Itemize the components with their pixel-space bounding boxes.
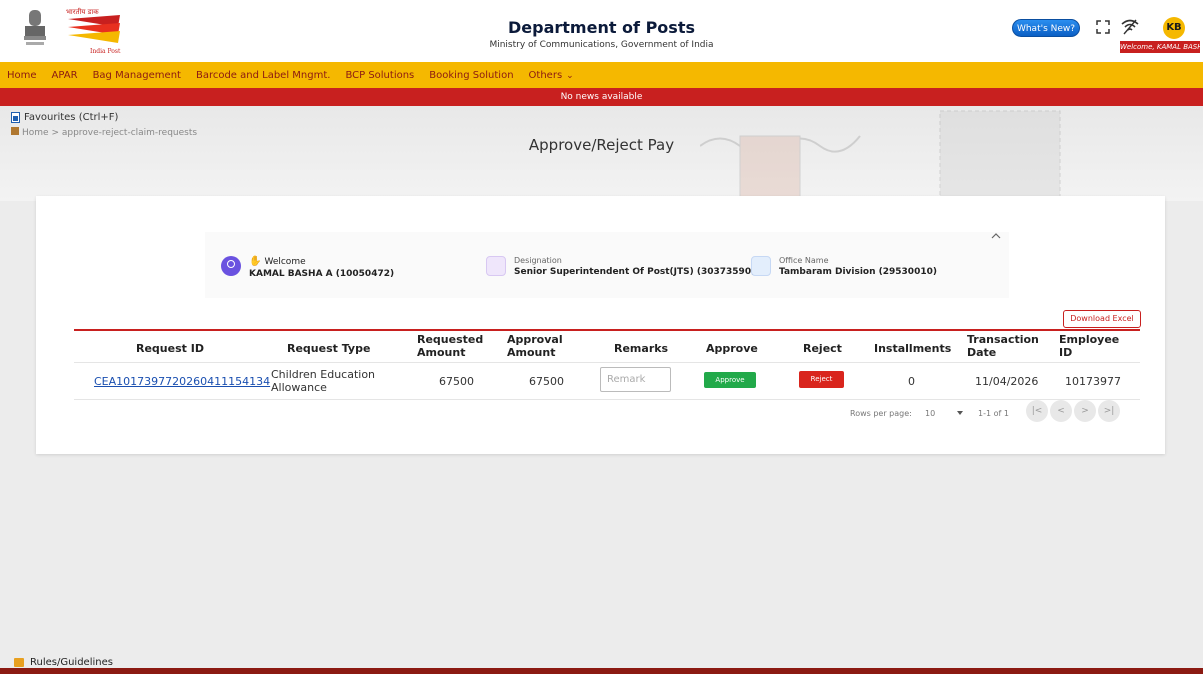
building-icon xyxy=(751,256,771,276)
remark-input[interactable] xyxy=(600,367,671,392)
main-nav: Home APAR Bag Management Barcode and Lab… xyxy=(0,62,1203,88)
whats-new-button[interactable]: What's New? xyxy=(1012,19,1080,37)
profile-office: Office Name Tambaram Division (29530010) xyxy=(751,256,937,277)
office-value: Tambaram Division (29530010) xyxy=(779,267,937,277)
user-name: KAMAL BASHA A (10050472) xyxy=(249,269,395,279)
designation-value: Senior Superintendent Of Post(JTS) (3037… xyxy=(514,267,756,277)
rules-guidelines-link[interactable]: Rules/Guidelines xyxy=(14,657,113,668)
favourites-link[interactable]: Favourites (Ctrl+F) xyxy=(11,112,118,123)
col-requested-amount[interactable]: Requested Amount xyxy=(417,333,487,359)
rows-per-page-label: Rows per page: xyxy=(850,409,912,418)
network-signal-icon[interactable] xyxy=(1120,18,1140,36)
welcome-label: Welcome xyxy=(264,257,306,267)
nav-booking-solution[interactable]: Booking Solution xyxy=(429,70,513,81)
col-transaction-date[interactable]: Transaction Date xyxy=(967,333,1039,359)
chevron-up-icon[interactable] xyxy=(991,232,1001,240)
first-page-button[interactable]: |< xyxy=(1026,400,1048,422)
table-row: CEA1017397720260411154134 Children Educa… xyxy=(74,363,1140,400)
claims-card: ✋ Welcome KAMAL BASHA A (10050472) Design… xyxy=(36,196,1165,454)
request-type-cell: Children Education Allowance xyxy=(271,368,376,394)
last-page-button[interactable]: >| xyxy=(1098,400,1120,422)
footer-bar xyxy=(0,668,1203,674)
rows-per-page-select[interactable]: 10 xyxy=(925,409,935,418)
nav-bcp-solutions[interactable]: BCP Solutions xyxy=(345,70,414,81)
bookmark-icon xyxy=(11,112,20,123)
nav-others[interactable]: Others ⌄ xyxy=(529,70,574,81)
nav-home[interactable]: Home xyxy=(7,70,37,81)
briefcase-icon xyxy=(486,256,506,276)
col-employee-id[interactable]: Employee ID xyxy=(1059,333,1119,359)
col-installments[interactable]: Installments xyxy=(874,342,951,355)
approval-amount-cell: 67500 xyxy=(529,375,564,388)
col-request-type[interactable]: Request Type xyxy=(287,342,370,355)
news-ticker: No news available xyxy=(0,88,1203,106)
folder-icon xyxy=(14,658,24,667)
designation-label: Designation xyxy=(514,256,562,265)
next-page-button[interactable]: > xyxy=(1074,400,1096,422)
app-header: भारतीय डाक India Post Department of Post… xyxy=(0,0,1203,62)
prev-page-button[interactable]: < xyxy=(1050,400,1072,422)
requested-amount-cell: 67500 xyxy=(439,375,474,388)
profile-designation: Designation Senior Superintendent Of Pos… xyxy=(486,256,755,277)
welcome-user-badge: Welcome, KAMAL BASHA xyxy=(1120,41,1200,53)
col-remarks[interactable]: Remarks xyxy=(614,342,668,355)
reject-button[interactable]: Reject xyxy=(799,371,844,388)
home-icon[interactable] xyxy=(11,127,19,135)
page-range: 1-1 of 1 xyxy=(978,409,1009,418)
installments-cell: 0 xyxy=(908,375,915,388)
svg-text:भारतीय डाक: भारतीय डाक xyxy=(66,7,99,16)
fullscreen-icon[interactable] xyxy=(1095,19,1111,35)
user-avatar[interactable]: KB xyxy=(1163,17,1185,39)
employee-id-cell: 10173977 xyxy=(1065,375,1121,388)
col-request-id[interactable]: Request ID xyxy=(136,342,204,355)
nav-others-label: Others xyxy=(528,69,563,81)
table-header: Request ID Request Type Requested Amount… xyxy=(74,329,1140,363)
profile-welcome: ✋ Welcome KAMAL BASHA A (10050472) xyxy=(221,256,394,279)
page-title: Approve/Reject Pay xyxy=(528,136,675,154)
col-approve: Approve xyxy=(706,342,758,355)
favourites-label: Favourites (Ctrl+F) xyxy=(24,112,119,123)
rules-label: Rules/Guidelines xyxy=(30,657,113,668)
user-icon xyxy=(221,256,241,276)
office-label: Office Name xyxy=(779,256,829,265)
transaction-date-cell: 11/04/2026 xyxy=(975,375,1039,388)
caret-down-icon[interactable] xyxy=(957,411,963,415)
wave-hand-icon: ✋ xyxy=(249,256,262,267)
pagination: Rows per page: 10 1-1 of 1 |< < > >| xyxy=(74,399,1140,429)
nav-apar[interactable]: APAR xyxy=(52,70,78,81)
page-banner: Favourites (Ctrl+F) Home > approve-rejec… xyxy=(0,106,1203,201)
col-approval-amount[interactable]: Approval Amount xyxy=(507,333,567,359)
header-subtitle: Ministry of Communications, Government o… xyxy=(489,40,714,50)
download-excel-button[interactable]: Download Excel xyxy=(1063,310,1141,328)
claims-table: Request ID Request Type Requested Amount… xyxy=(74,329,1140,400)
approve-button[interactable]: Approve xyxy=(704,372,756,388)
request-id-link[interactable]: CEA1017397720260411154134 xyxy=(94,375,270,388)
col-reject: Reject xyxy=(803,342,842,355)
profile-info-box: ✋ Welcome KAMAL BASHA A (10050472) Design… xyxy=(205,232,1009,298)
nav-barcode-label[interactable]: Barcode and Label Mngmt. xyxy=(196,70,330,81)
nav-bag-management[interactable]: Bag Management xyxy=(93,70,181,81)
chevron-down-icon: ⌄ xyxy=(566,70,574,81)
